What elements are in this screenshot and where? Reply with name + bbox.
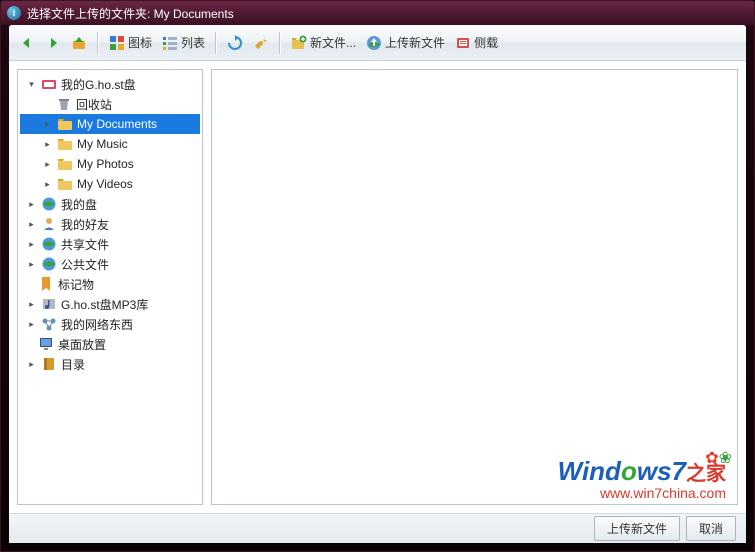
info-icon: i [7,6,21,20]
new-folder-icon [291,35,307,51]
refresh-button[interactable] [223,32,247,54]
window-title: 选择文件上传的文件夹: My Documents [27,5,234,22]
upload-button[interactable]: 上传新文件 [362,31,449,54]
toolbar-separator [215,32,217,54]
folder-icon [57,136,73,152]
upload-new-file-button[interactable]: 上传新文件 [594,516,680,541]
tree-node-root[interactable]: 我的G.ho.st盘 回收站 [20,74,200,194]
nav-up-button[interactable] [67,32,91,54]
tree-node-recycle[interactable]: 回收站 [20,94,200,114]
tree-label: G.ho.st盘MP3库 [61,296,196,313]
tree-node-desktop[interactable]: 桌面放置 [20,334,200,354]
expand-toggle-icon[interactable] [26,239,37,250]
sideload-icon [455,35,471,51]
expand-toggle-icon[interactable] [26,79,37,90]
recycle-bin-icon [56,96,72,112]
network-icon [41,316,57,332]
nav-forward-button[interactable] [41,32,65,54]
tree-node-public[interactable]: 公共文件 [20,254,200,274]
tree-node-my-music[interactable]: My Music [20,134,200,154]
toolbar: 图标 列表 [9,25,746,61]
tree-label: My Music [77,137,196,151]
sideload-button[interactable]: 侧载 [451,31,502,54]
expand-toggle-icon[interactable] [42,119,53,130]
tree-label: My Videos [77,177,196,191]
list-view-button[interactable]: 列表 [158,31,209,54]
expand-toggle-icon[interactable] [26,199,37,210]
tree-label: 公共文件 [61,256,196,273]
new-folder-button[interactable]: 新文件... [287,31,360,54]
tree-node-bookmarks[interactable]: 标记物 [20,274,200,294]
upload-icon [366,35,382,51]
dialog-footer: 上传新文件 取消 [9,513,746,543]
expand-toggle-icon[interactable] [26,299,37,310]
arrow-right-icon [45,35,61,51]
tree-node-catalog[interactable]: 目录 [20,354,200,374]
arrow-up-folder-icon [71,35,87,51]
toolbar-separator [279,32,281,54]
expand-toggle-icon[interactable] [42,139,53,150]
music-icon [41,296,57,312]
properties-button[interactable] [249,32,273,54]
tree-label: 目录 [61,356,196,373]
list-view-icon [162,35,178,51]
globe-icon [41,196,57,212]
nav-back-button[interactable] [15,32,39,54]
arrow-left-icon [19,35,35,51]
tree-label: My Photos [77,157,196,171]
expand-toggle-icon[interactable] [26,319,37,330]
icons-view-icon [109,35,125,51]
folder-icon [57,156,73,172]
expand-toggle-icon[interactable] [42,159,53,170]
wrench-icon [253,35,269,51]
toolbar-separator [97,32,99,54]
book-icon [41,356,57,372]
tree-label: My Documents [77,117,196,131]
tree-node-friends[interactable]: 我的好友 [20,214,200,234]
bookmark-icon [38,276,54,292]
icons-view-button[interactable]: 图标 [105,31,156,54]
tree-node-my-documents[interactable]: My Documents [20,114,200,134]
tree-node-my-photos[interactable]: My Photos [20,154,200,174]
tree-label: 标记物 [58,276,196,293]
tree-label: 我的盘 [61,196,196,213]
dialog-window: i 选择文件上传的文件夹: My Documents [0,0,755,552]
file-list-panel[interactable] [211,69,738,505]
tree-label: 我的G.ho.st盘 [61,76,196,93]
dialog-body: 图标 列表 [9,25,746,543]
globe-icon [41,256,57,272]
content-area: 我的G.ho.st盘 回收站 [9,61,746,513]
tree-label: 桌面放置 [58,336,196,353]
icons-view-label: 图标 [128,34,152,51]
tree-node-my-videos[interactable]: My Videos [20,174,200,194]
tree-label: 我的网络东西 [61,316,196,333]
tree-node-my-drives[interactable]: 我的盘 [20,194,200,214]
tree-node-mp3lib[interactable]: G.ho.st盘MP3库 [20,294,200,314]
title-bar[interactable]: i 选择文件上传的文件夹: My Documents [1,1,754,25]
folder-tree-panel: 我的G.ho.st盘 回收站 [17,69,203,505]
tree-node-shared[interactable]: 共享文件 [20,234,200,254]
drive-icon [41,76,57,92]
list-view-label: 列表 [181,34,205,51]
new-folder-label: 新文件... [310,34,356,51]
tree-label: 我的好友 [61,216,196,233]
expand-toggle-icon[interactable] [26,259,37,270]
user-icon [41,216,57,232]
monitor-icon [38,336,54,352]
tree-label: 回收站 [76,96,196,113]
tree-node-network[interactable]: 我的网络东西 [20,314,200,334]
expand-toggle-icon[interactable] [42,179,53,190]
folder-icon [57,176,73,192]
expand-toggle-icon[interactable] [26,359,37,370]
refresh-icon [227,35,243,51]
upload-label: 上传新文件 [385,34,445,51]
expand-toggle-icon[interactable] [26,219,37,230]
globe-icon [41,236,57,252]
cancel-button[interactable]: 取消 [686,516,736,541]
sideload-label: 侧载 [474,34,498,51]
tree-label: 共享文件 [61,236,196,253]
folder-icon [57,116,73,132]
